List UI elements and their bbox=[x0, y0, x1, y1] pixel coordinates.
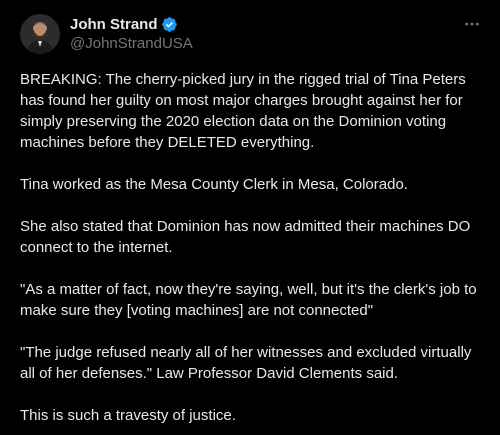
post-paragraph: "The judge refused nearly all of her wit… bbox=[20, 344, 472, 382]
post-paragraph: BREAKING: The cherry-picked jury in the … bbox=[20, 71, 466, 151]
post-paragraph: "As a matter of fact, now they're saying… bbox=[20, 281, 477, 319]
more-options-button[interactable] bbox=[462, 14, 482, 34]
post-paragraph: Tina worked as the Mesa County Clerk in … bbox=[20, 176, 408, 193]
verified-badge-icon bbox=[161, 16, 178, 33]
post-paragraph: She also stated that Dominion has now ad… bbox=[20, 218, 471, 256]
post-text: BREAKING: The cherry-picked jury in the … bbox=[20, 69, 490, 426]
post: John Strand @JohnStrandUSA BREAKING: The… bbox=[0, 0, 500, 435]
post-header: John Strand @JohnStrandUSA bbox=[20, 12, 484, 56]
avatar[interactable] bbox=[20, 14, 60, 54]
name-row: John Strand bbox=[70, 15, 193, 34]
author-info: John Strand @JohnStrandUSA bbox=[70, 15, 193, 53]
author-name[interactable]: John Strand bbox=[70, 15, 158, 34]
author-handle[interactable]: @JohnStrandUSA bbox=[70, 34, 193, 53]
more-horizontal-icon bbox=[465, 22, 479, 26]
post-paragraph: This is such a travesty of justice. bbox=[20, 407, 236, 424]
